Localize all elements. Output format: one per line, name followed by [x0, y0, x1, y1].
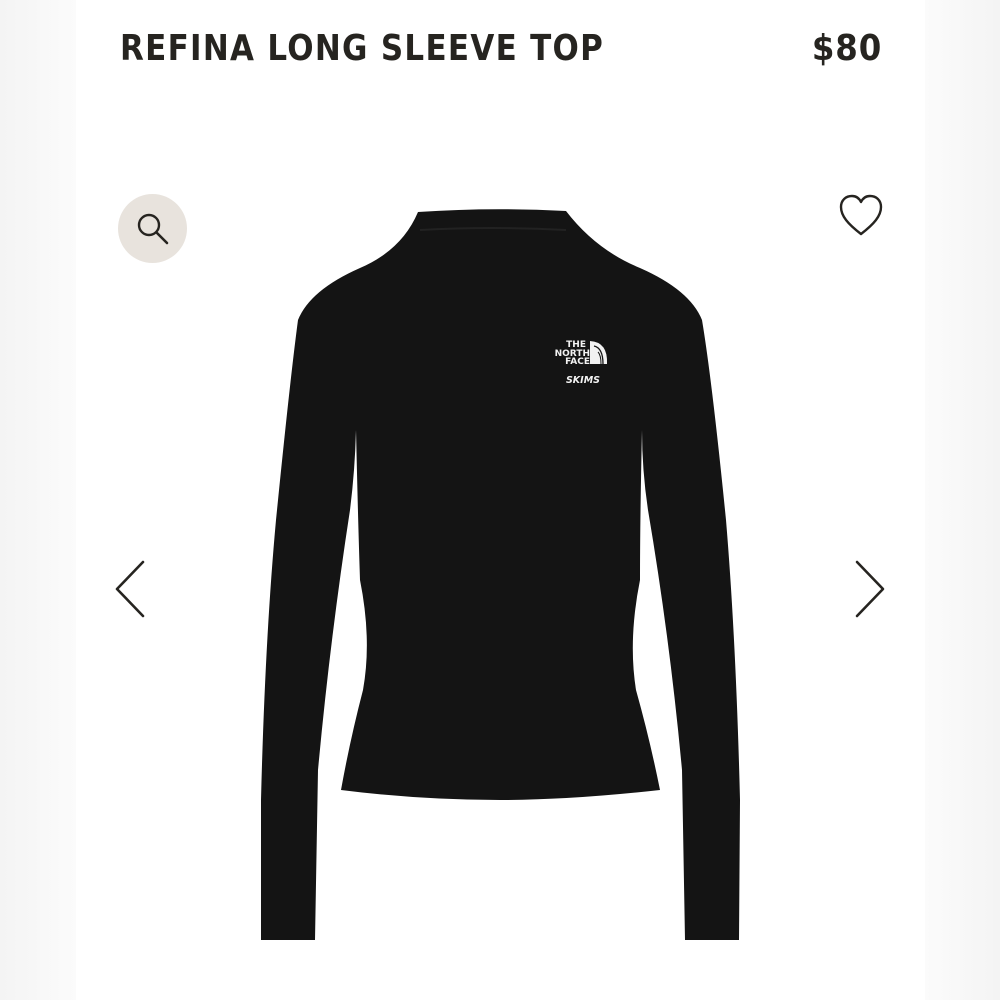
product-price: $80	[811, 28, 882, 69]
chevron-left-icon	[115, 560, 145, 618]
garment-silhouette	[261, 209, 740, 940]
product-page: REFINA LONG SLEEVE TOP $80 THE NORTH FAC…	[0, 0, 1000, 1000]
left-margin	[0, 0, 76, 1000]
chevron-right-icon	[855, 560, 885, 618]
previous-image-button[interactable]	[108, 556, 154, 622]
next-image-button[interactable]	[846, 556, 892, 622]
product-title: REFINA LONG SLEEVE TOP	[120, 28, 605, 69]
zoom-button[interactable]	[118, 194, 187, 263]
favorite-button[interactable]	[836, 192, 886, 240]
svg-text:FACE: FACE	[565, 357, 590, 367]
skims-logo: SKIMS	[566, 375, 600, 386]
heart-icon	[839, 194, 883, 236]
product-image: THE NORTH FACE SKIMS	[261, 209, 740, 940]
right-margin	[925, 0, 1000, 1000]
search-icon	[137, 213, 168, 244]
